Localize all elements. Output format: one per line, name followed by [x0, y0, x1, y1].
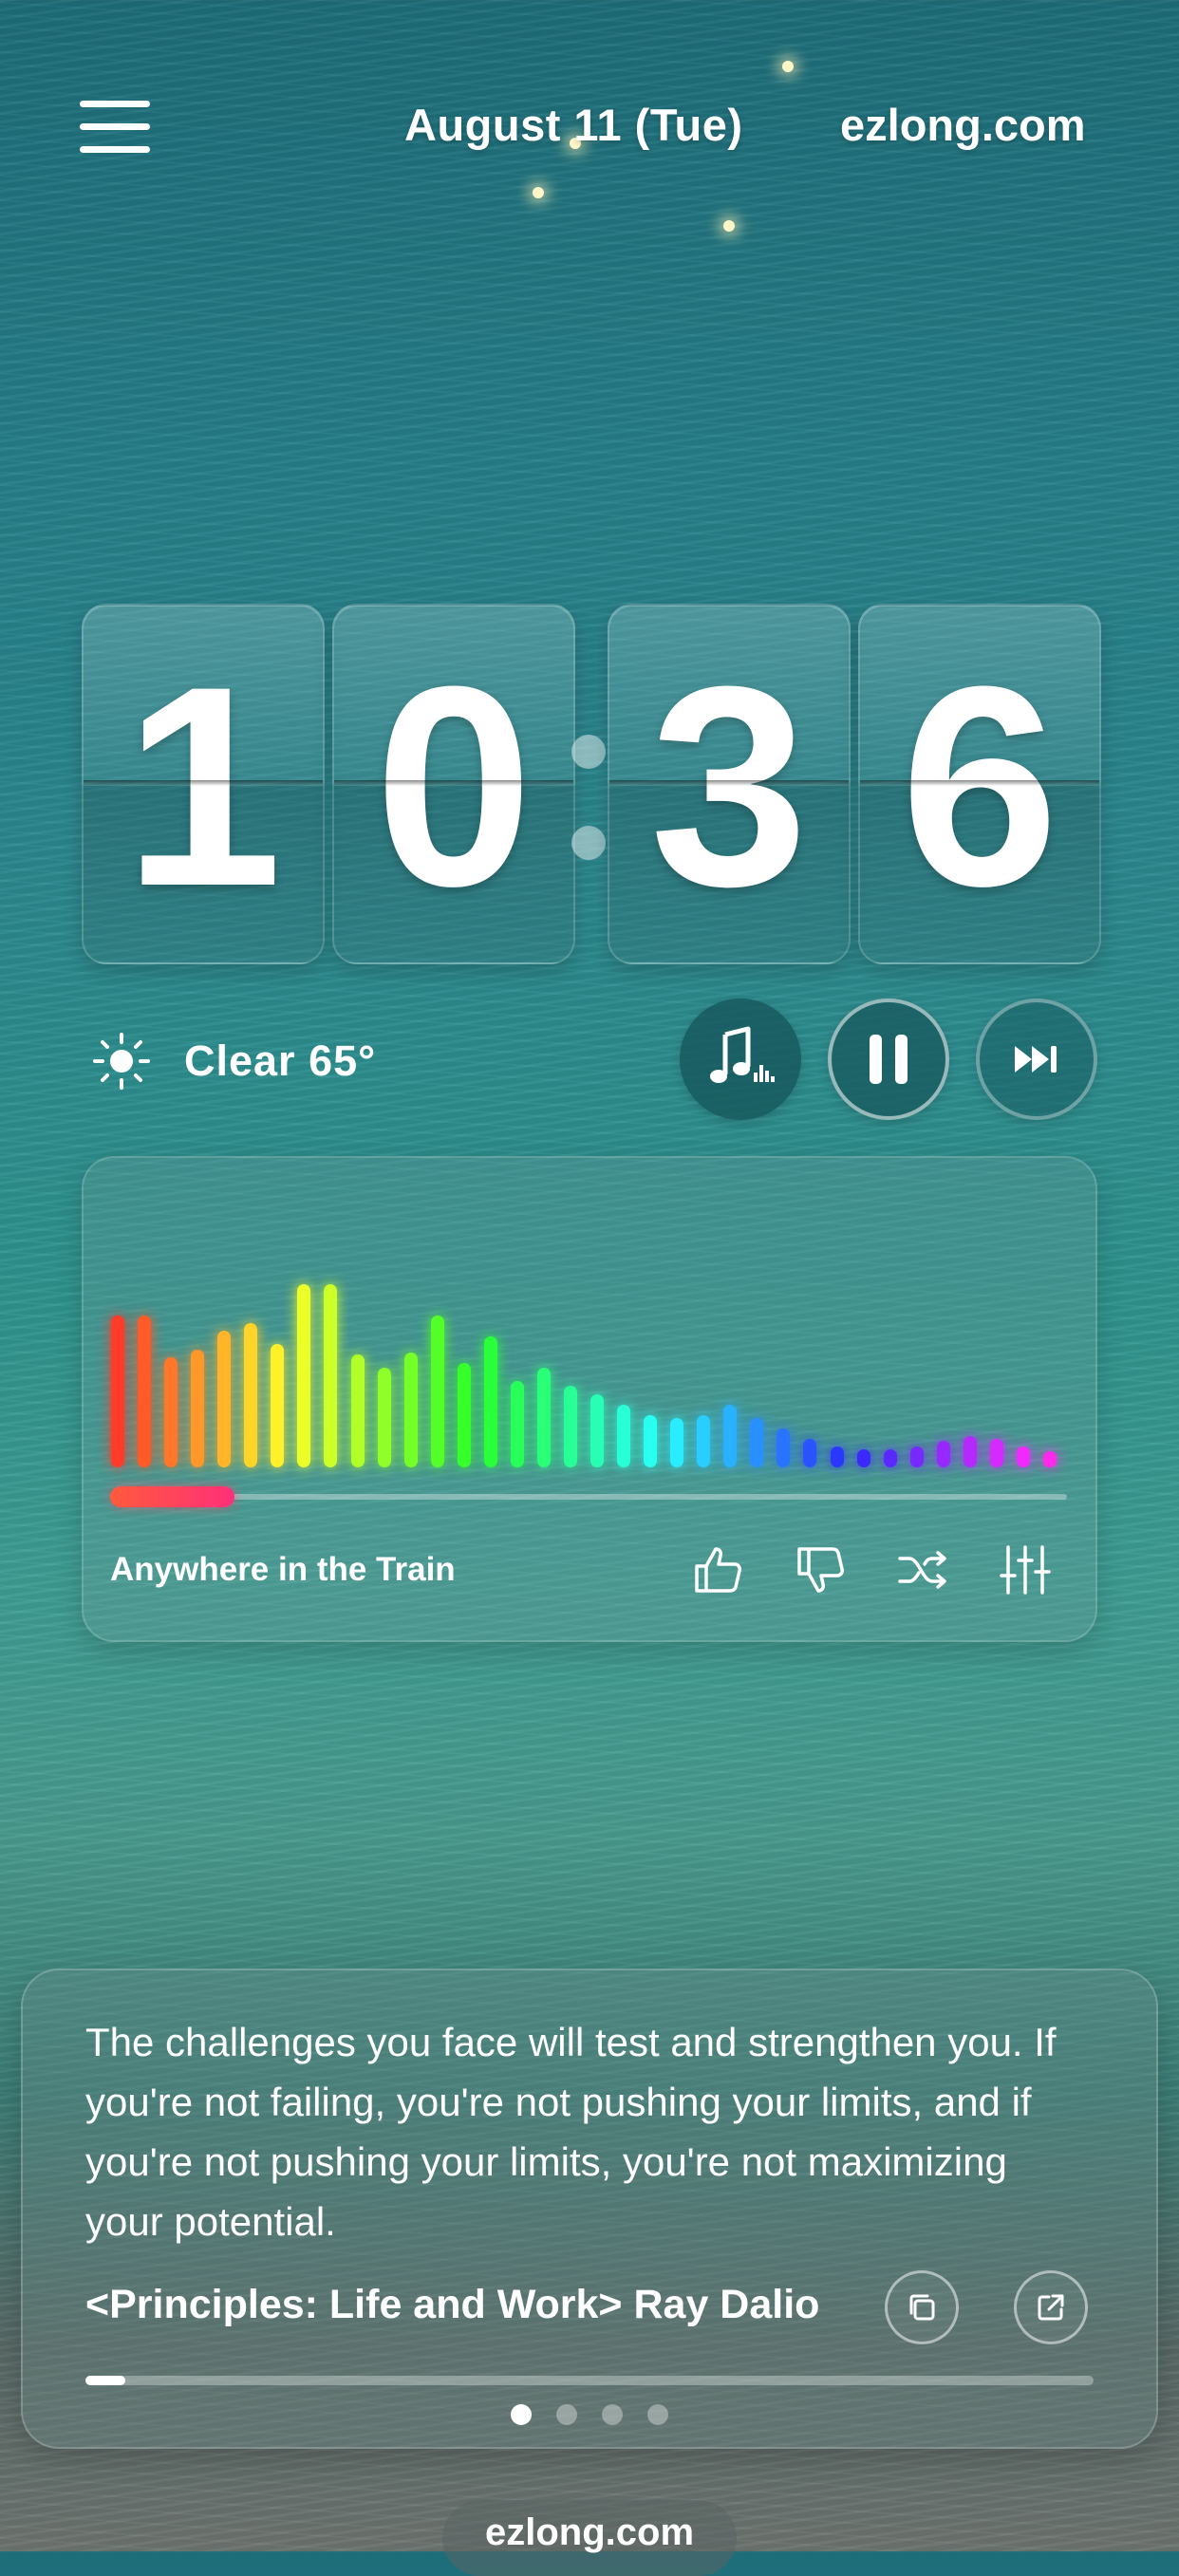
date-label: August 11 (Tue) — [404, 100, 743, 150]
visualizer-bar — [111, 1316, 124, 1467]
visualizer-bar — [537, 1368, 551, 1467]
visualizer-bar — [138, 1316, 151, 1467]
visualizer-bar — [511, 1381, 524, 1467]
pause-button[interactable] — [828, 999, 949, 1120]
clock-digit: 6 — [900, 626, 1059, 945]
menu-icon[interactable] — [80, 101, 150, 154]
clock-colon — [571, 735, 606, 769]
clock-digit-hour-ones: 0 — [332, 604, 575, 964]
audio-visualizer — [110, 1205, 1069, 1467]
quote-source: <Principles: Life and Work> Ray Dalio — [85, 2282, 820, 2327]
visualizer-bar — [937, 1441, 950, 1467]
clock-colon — [571, 826, 606, 860]
sparkle-decoration — [533, 187, 544, 198]
page-dot[interactable] — [511, 2404, 532, 2425]
quote-progress-fill — [85, 2376, 125, 2385]
visualizer-bar — [884, 1449, 897, 1467]
visualizer-bar — [590, 1394, 604, 1467]
pause-icon — [870, 1035, 908, 1084]
visualizer-bar — [617, 1405, 630, 1467]
visualizer-bar — [1017, 1447, 1030, 1467]
visualizer-bar — [857, 1449, 870, 1467]
visualizer-bar — [670, 1418, 683, 1467]
footer-site-link[interactable]: ezlong.com — [442, 2511, 737, 2554]
copy-icon — [909, 2294, 935, 2321]
visualizer-bar — [990, 1439, 1003, 1467]
visualizer-bar — [164, 1357, 178, 1467]
visualizer-bar — [271, 1344, 284, 1467]
music-library-icon — [710, 1026, 775, 1083]
weather-label: Clear 65° — [184, 1036, 377, 1085]
visualizer-bar — [1043, 1451, 1057, 1467]
clock-digit-hour-tens: 1 — [82, 604, 325, 964]
visualizer-bar — [831, 1447, 844, 1467]
visualizer-bar — [431, 1316, 444, 1467]
visualizer-bar — [644, 1415, 657, 1467]
visualizer-bar — [750, 1418, 763, 1467]
copy-button[interactable] — [885, 2270, 959, 2344]
visualizer-bar — [484, 1336, 497, 1467]
page-dot[interactable] — [602, 2404, 623, 2425]
visualizer-bar — [910, 1447, 924, 1467]
visualizer-bar — [723, 1405, 737, 1467]
music-library-button[interactable] — [680, 999, 801, 1120]
sparkle-decoration — [782, 61, 794, 72]
skip-next-button[interactable] — [976, 999, 1097, 1120]
clock-digit: 0 — [374, 626, 533, 945]
visualizer-bar — [324, 1284, 337, 1467]
site-link[interactable]: ezlong.com — [840, 99, 1086, 151]
quote-text: The challenges you face will test and st… — [85, 2020, 1057, 2244]
shuffle-icon[interactable] — [896, 1543, 949, 1596]
clock-digit: 3 — [649, 626, 809, 945]
visualizer-bar — [191, 1350, 204, 1467]
visualizer-bar — [404, 1353, 418, 1467]
external-link-icon — [1038, 2294, 1064, 2321]
clock-digit-minute-ones: 6 — [858, 604, 1101, 964]
share-button[interactable] — [1014, 2270, 1088, 2344]
thumbs-down-icon[interactable] — [794, 1543, 847, 1596]
visualizer-bar — [564, 1386, 577, 1467]
sparkle-decoration — [723, 220, 735, 232]
visualizer-bar — [964, 1436, 977, 1467]
sun-icon — [93, 1033, 150, 1090]
page-dot[interactable] — [556, 2404, 577, 2425]
visualizer-bar — [777, 1428, 790, 1467]
track-progress-bar[interactable] — [110, 1494, 1067, 1500]
quote-progress-bar — [85, 2376, 1094, 2385]
visualizer-bar — [803, 1439, 816, 1467]
visualizer-bar — [297, 1284, 310, 1467]
visualizer-bar — [378, 1368, 391, 1467]
visualizer-bar — [351, 1354, 365, 1467]
visualizer-bar — [458, 1363, 471, 1467]
equalizer-settings-icon[interactable] — [999, 1543, 1052, 1596]
track-progress-fill — [110, 1486, 234, 1507]
visualizer-bar — [217, 1331, 231, 1467]
thumbs-up-icon[interactable] — [691, 1543, 744, 1596]
clock-digit-minute-tens: 3 — [608, 604, 851, 964]
visualizer-bar — [244, 1323, 257, 1467]
track-title: Anywhere in the Train — [110, 1551, 456, 1588]
visualizer-bar — [697, 1415, 710, 1467]
page-dot[interactable] — [647, 2404, 668, 2425]
clock-digit: 1 — [123, 626, 283, 945]
skip-next-icon — [1015, 1046, 1057, 1073]
